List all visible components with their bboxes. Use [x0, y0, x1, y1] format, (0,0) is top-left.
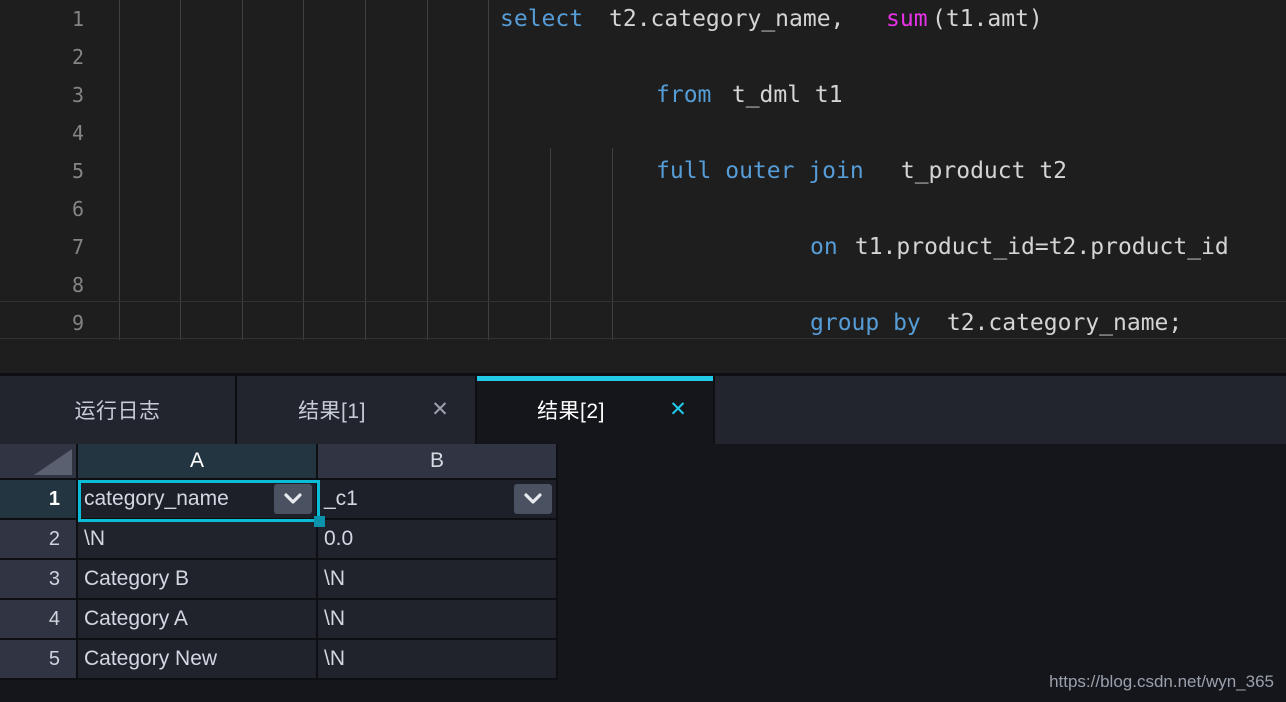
row-header-1[interactable]: 1: [0, 480, 78, 520]
token-identifier: (t1.amt): [932, 6, 1043, 32]
tab-result-2[interactable]: 结果[2] ✕: [477, 376, 715, 444]
tab-label: 运行日志: [74, 400, 161, 423]
cell-value: category_name: [84, 487, 229, 510]
cell-value: \N: [324, 567, 345, 590]
token-identifier: t_product t2: [887, 158, 1068, 184]
cell-a5[interactable]: Category New: [78, 640, 318, 680]
watermark: https://blog.csdn.net/wyn_365: [1049, 672, 1274, 691]
cell-b3[interactable]: \N: [318, 560, 558, 600]
code-line: group by t2.category_name;: [0, 304, 1286, 342]
fill-handle[interactable]: [314, 516, 325, 527]
tab-result-1[interactable]: 结果[1] ✕: [237, 376, 477, 444]
tab-label: 结果[1]: [298, 400, 366, 423]
tab-active-indicator: [0, 376, 235, 381]
tab-active-indicator: [477, 376, 713, 381]
select-all-corner[interactable]: [0, 444, 78, 480]
column-header-a[interactable]: A: [78, 444, 318, 480]
code-line: select t2.category_name, sum (t1.amt): [0, 0, 1286, 38]
chevron-down-icon[interactable]: [514, 484, 552, 514]
row-header-3[interactable]: 3: [0, 560, 78, 600]
cell-value: _c1: [324, 487, 358, 510]
tab-close-icon[interactable]: ✕: [427, 397, 453, 423]
column-header-b[interactable]: B: [318, 444, 558, 480]
cell-value: \N: [324, 607, 345, 630]
token-keyword: select: [500, 6, 584, 32]
sql-editor[interactable]: 1 2 3 4 5 6 7 8 9 select t2.category_nam…: [0, 0, 1286, 373]
cell-value: Category A: [84, 607, 188, 630]
cell-b1[interactable]: _c1: [318, 480, 558, 520]
cell-value: 0.0: [324, 527, 354, 550]
column-header-label: A: [189, 449, 204, 472]
token-keyword: on: [810, 234, 838, 260]
cell-b4[interactable]: \N: [318, 600, 558, 640]
cell-a4[interactable]: Category A: [78, 600, 318, 640]
token-keyword: full outer join: [656, 158, 864, 184]
tab-close-icon[interactable]: ✕: [665, 397, 691, 423]
cell-a1[interactable]: category_name: [78, 480, 318, 520]
row-header-label: 1: [48, 487, 60, 510]
cell-b2[interactable]: 0.0: [318, 520, 558, 560]
token-identifier: t2.category_name;: [933, 310, 1183, 336]
token-function: sum: [886, 6, 928, 32]
token-keyword: group by: [810, 310, 921, 336]
cell-value: \N: [324, 647, 345, 670]
tab-active-indicator: [237, 376, 475, 381]
corner-triangle-icon: [34, 449, 72, 475]
cell-a2[interactable]: \N: [78, 520, 318, 560]
tab-run-log[interactable]: 运行日志: [0, 376, 237, 444]
column-header-label: B: [429, 449, 444, 472]
cell-value: Category New: [84, 647, 218, 670]
row-header-label: 2: [48, 527, 60, 550]
result-grid[interactable]: A B 1 category_name _c1 2 \N 0.0 3 Categ…: [0, 444, 1286, 702]
code-line: full outer join t_product t2: [0, 152, 1286, 190]
cell-b5[interactable]: \N: [318, 640, 558, 680]
row-header-label: 4: [48, 607, 60, 630]
sql-ide-window: 1 2 3 4 5 6 7 8 9 select t2.category_nam…: [0, 0, 1286, 702]
token-identifier: t_dml t1: [718, 82, 843, 108]
token-keyword: from: [656, 82, 712, 108]
row-header-5[interactable]: 5: [0, 640, 78, 680]
tab-label: 结果[2]: [537, 400, 605, 423]
cell-value: \N: [84, 527, 105, 550]
token-identifier: t1.product_id=t2.product_id: [841, 234, 1229, 260]
code-line: on t1.product_id=t2.product_id: [0, 228, 1286, 266]
row-header-4[interactable]: 4: [0, 600, 78, 640]
code-content[interactable]: select t2.category_name, sum (t1.amt) fr…: [0, 0, 1286, 373]
cell-a3[interactable]: Category B: [78, 560, 318, 600]
code-line: from t_dml t1: [0, 76, 1286, 114]
row-header-label: 5: [48, 647, 60, 670]
row-header-2[interactable]: 2: [0, 520, 78, 560]
result-tab-bar: 运行日志 结果[1] ✕ 结果[2] ✕: [0, 376, 1286, 444]
cell-value: Category B: [84, 567, 190, 590]
chevron-down-icon[interactable]: [274, 484, 312, 514]
row-header-label: 3: [48, 567, 60, 590]
token-identifier: t2.category_name,: [609, 6, 859, 32]
